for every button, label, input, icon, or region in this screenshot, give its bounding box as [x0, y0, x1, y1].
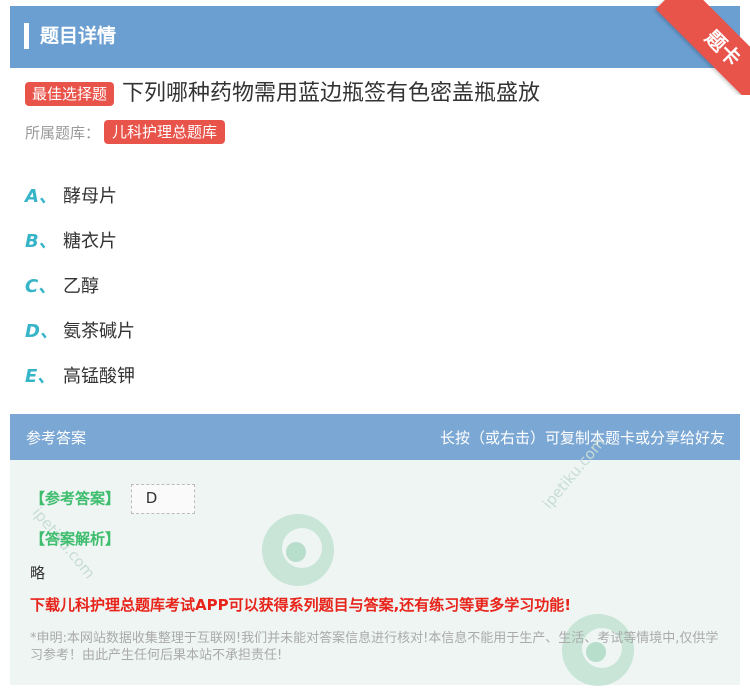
answer-header: 参考答案 长按（或右击）可复制本题卡或分享给好友: [10, 414, 740, 460]
question-row: 最佳选择题 下列哪种药物需用蓝边瓶签有色密盖瓶盛放: [25, 80, 540, 108]
question-text: 下列哪种药物需用蓝边瓶签有色密盖瓶盛放: [122, 81, 541, 106]
option-letter: E、: [25, 365, 56, 387]
answer-value: D: [145, 489, 158, 507]
answer-row: 【参考答案】 D: [30, 484, 195, 514]
ribbon-label: 题卡: [655, 0, 750, 95]
header-accent-bar: [24, 23, 29, 49]
option-c[interactable]: C、 乙醇: [25, 262, 135, 307]
app-download-link[interactable]: 下载儿科护理总题库考试APP可以获得系列题目与答案,还有练习等更多学习功能!: [30, 594, 571, 615]
option-text: 酵母片: [63, 185, 117, 207]
source-row: 所属题库： 儿科护理总题库: [25, 120, 226, 144]
option-letter: D、: [25, 320, 58, 342]
share-hint: 长按（或右击）可复制本题卡或分享给好友: [439, 429, 725, 447]
option-letter: B、: [25, 230, 57, 252]
source-bank-link[interactable]: 儿科护理总题库: [104, 120, 226, 144]
options-list: A、 酵母片 B、 糖衣片 C、 乙醇 D、 氨茶碱片 E、 高锰酸钾: [25, 172, 135, 397]
analysis-label-row: 【答案解析】: [30, 528, 120, 549]
option-e[interactable]: E、 高锰酸钾: [25, 352, 135, 397]
answer-panel: 参考答案 长按（或右击）可复制本题卡或分享给好友 ipetiku.com ipe…: [10, 414, 740, 686]
analysis-text: 略: [30, 564, 46, 582]
option-letter: C、: [25, 275, 57, 297]
question-type-badge: 最佳选择题: [25, 82, 115, 106]
option-letter: A、: [25, 185, 57, 207]
answer-value-box: D: [130, 484, 195, 514]
option-a[interactable]: A、 酵母片: [25, 172, 135, 217]
option-text: 乙醇: [63, 275, 99, 297]
option-text: 糖衣片: [63, 230, 117, 252]
option-text: 高锰酸钾: [63, 365, 135, 387]
answer-header-title: 参考答案: [26, 429, 87, 447]
corner-ribbon: 题卡: [630, 0, 750, 95]
option-d[interactable]: D、 氨茶碱片: [25, 307, 135, 352]
disclaimer-text: *申明:本网站数据收集整理于互联网!我们并未能对答案信息进行核对!本信息不能用于…: [30, 631, 719, 663]
source-label: 所属题库：: [25, 123, 101, 142]
watermark-logo-icon: [262, 514, 334, 586]
answer-label: 【参考答案】: [30, 489, 121, 508]
option-text: 氨茶碱片: [63, 320, 135, 342]
option-b[interactable]: B、 糖衣片: [25, 217, 135, 262]
page-title: 题目详情: [40, 25, 117, 47]
analysis-label: 【答案解析】: [30, 530, 121, 548]
